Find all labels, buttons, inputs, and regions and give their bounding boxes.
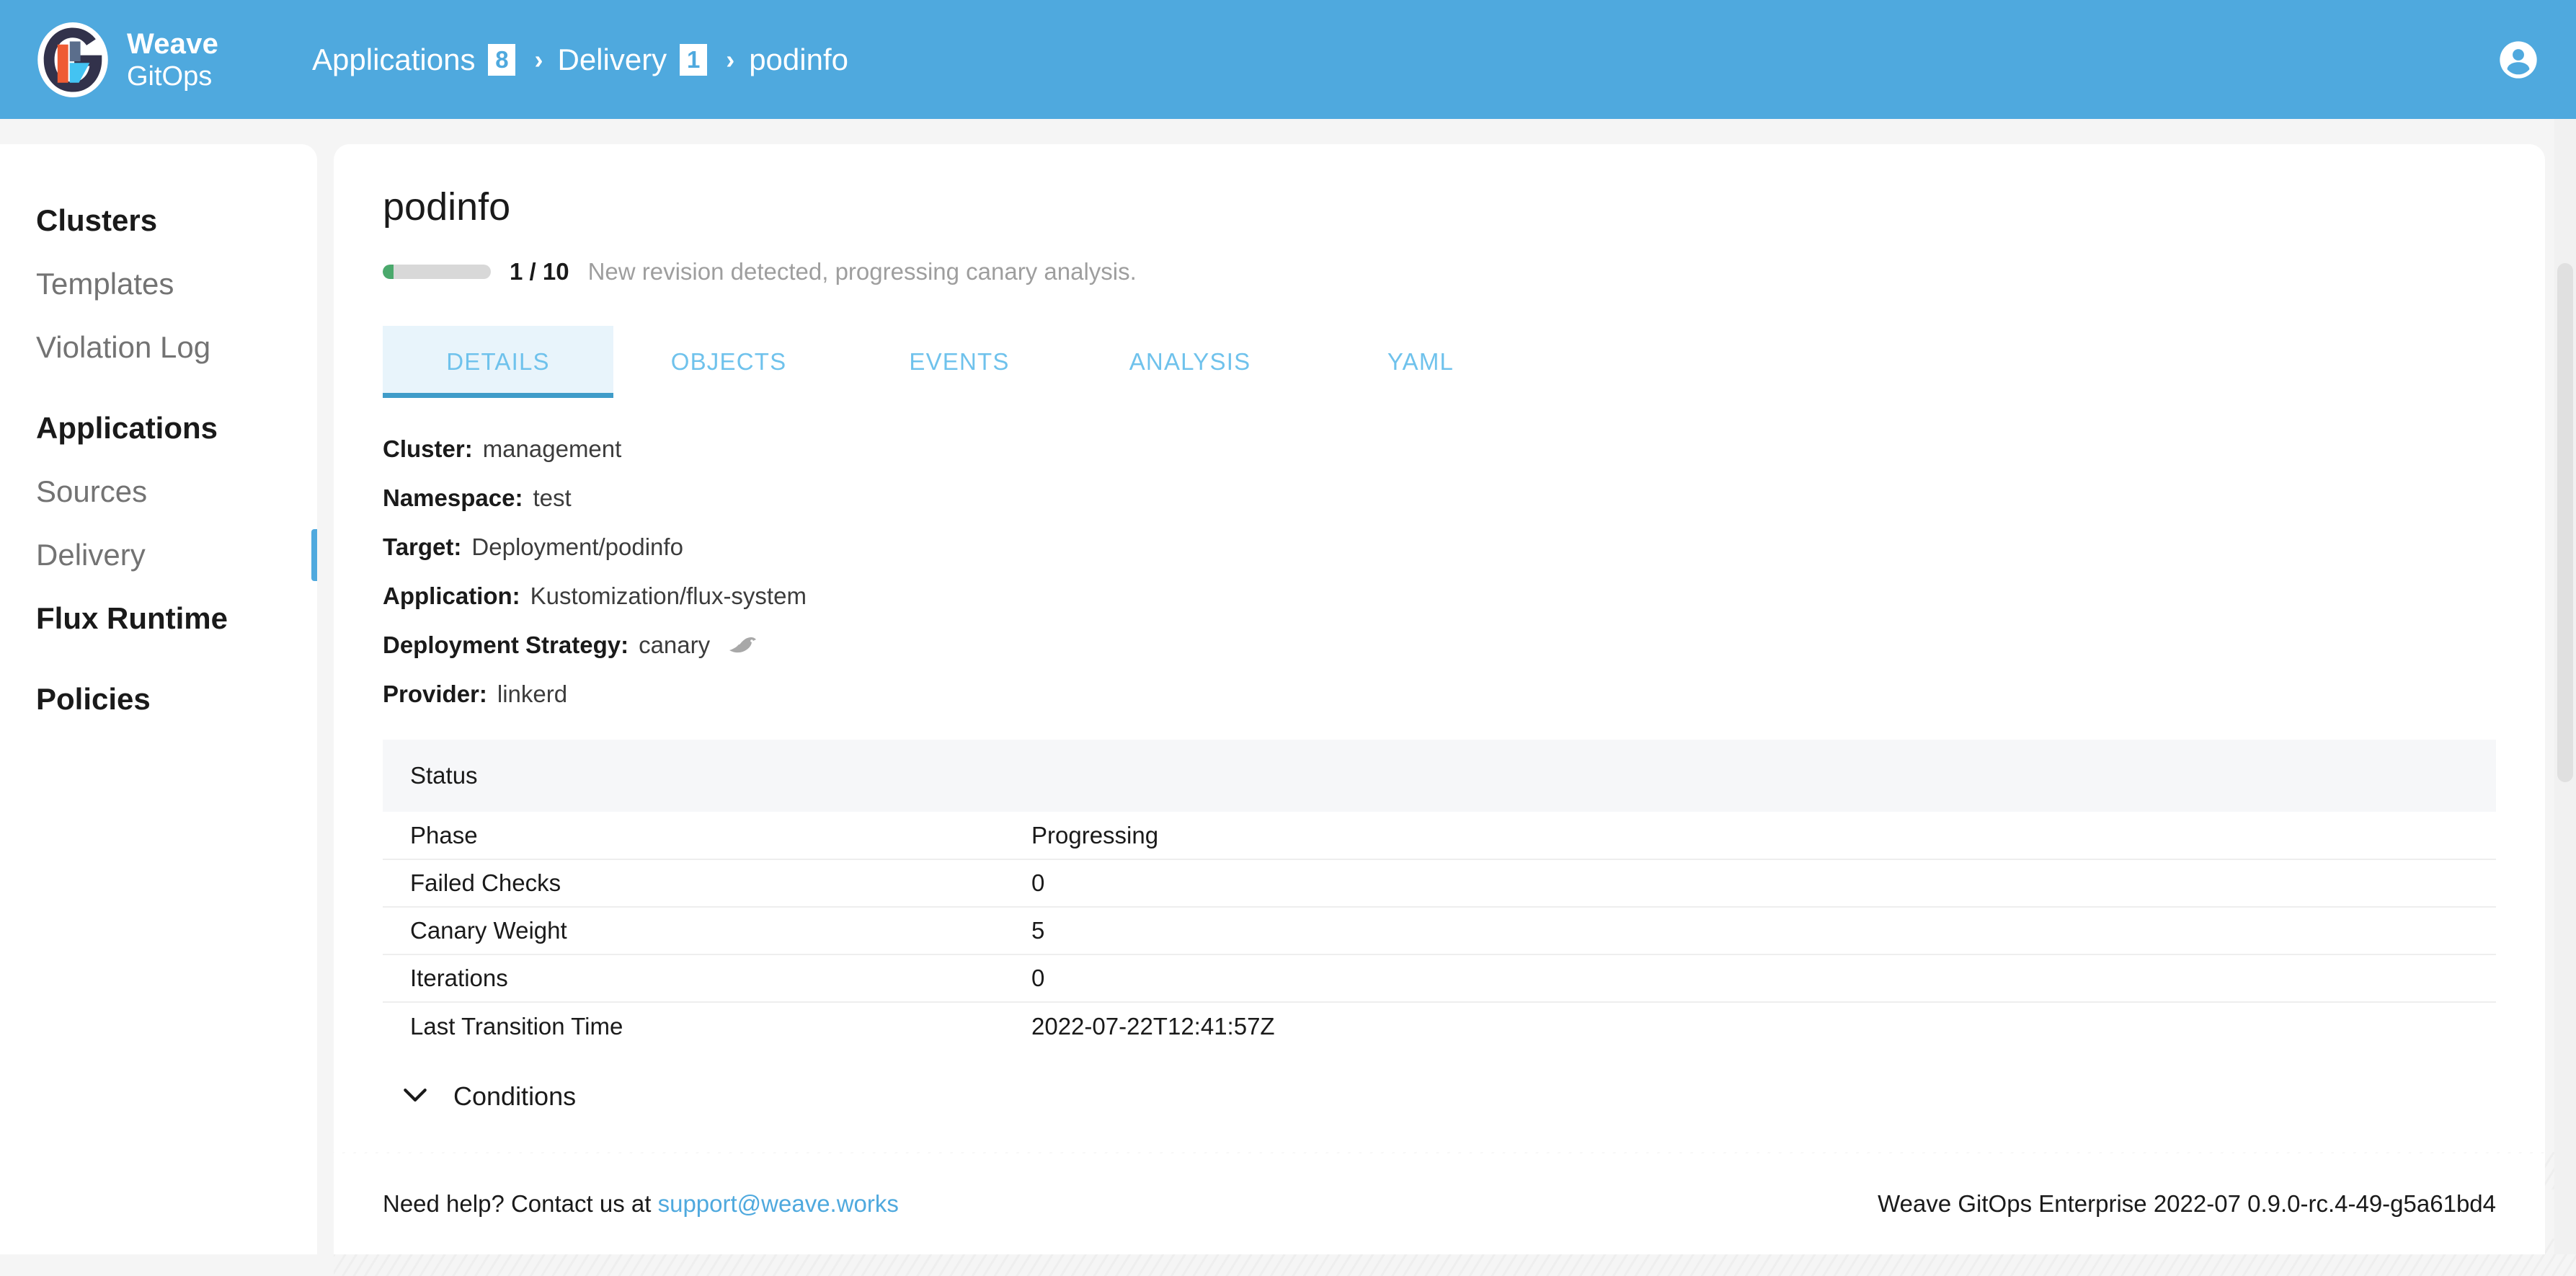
footer-help-label: Need help? Contact us at <box>383 1190 658 1217</box>
sidebar-item-label: Applications <box>36 411 218 445</box>
detail-row-cluster: Cluster: management <box>383 435 2545 463</box>
table-row: Last Transition Time 2022-07-22T12:41:57… <box>383 1001 2496 1050</box>
sidebar-item-delivery[interactable]: Delivery <box>0 523 317 587</box>
detail-value: management <box>482 435 622 462</box>
sidebar-item-label: Sources <box>36 474 148 508</box>
detail-row-application: Application: Kustomization/flux-system <box>383 582 2545 610</box>
vertical-scrollbar-thumb[interactable] <box>2557 263 2573 782</box>
progress-bar-fill <box>383 265 394 279</box>
brand-text: Weave GitOps <box>127 30 218 90</box>
sidebar-item-label: Flux Runtime <box>36 601 228 635</box>
flagger-bird-icon <box>727 634 759 657</box>
brand-logo[interactable]: Weave GitOps <box>35 22 218 98</box>
footer-help-text: Need help? Contact us at support@weave.w… <box>383 1190 899 1218</box>
detail-key: Target: <box>383 533 462 560</box>
sidebar-navigation: Clusters Templates Violation Log Applica… <box>0 144 317 1254</box>
detail-value: linkerd <box>497 681 568 707</box>
status-row-key: Last Transition Time <box>383 1001 1031 1050</box>
detail-key: Provider: <box>383 681 487 707</box>
detail-row-target: Target: Deployment/podinfo <box>383 533 2545 561</box>
brand-name-weave: Weave <box>127 27 219 60</box>
status-row-key: Phase <box>410 821 478 849</box>
main-content-card: podinfo 1 / 10 New revision detected, pr… <box>334 144 2545 1153</box>
status-row-key: Iterations <box>383 954 1031 1002</box>
breadcrumb-separator-icon: › <box>534 44 543 74</box>
progress-count-label: 1 / 10 <box>510 258 569 285</box>
table-row: Iterations 0 <box>383 954 2496 1002</box>
breadcrumb-badge-delivery: 1 <box>680 43 708 76</box>
sidebar-item-violation-log[interactable]: Violation Log <box>0 316 317 379</box>
chevron-down-icon <box>403 1087 427 1107</box>
conditions-label: Conditions <box>453 1081 577 1111</box>
detail-row-namespace: Namespace: test <box>383 484 2545 512</box>
sidebar-item-label: Clusters <box>36 203 158 237</box>
page-footer: Need help? Contact us at support@weave.w… <box>334 1153 2545 1254</box>
conditions-accordion-toggle[interactable]: Conditions <box>403 1081 2545 1112</box>
breadcrumb-item-delivery[interactable]: Delivery <box>557 43 667 77</box>
sidebar-item-templates[interactable]: Templates <box>0 252 317 316</box>
sidebar-item-label: Templates <box>36 267 174 301</box>
status-table: Phase Progressing Failed Checks 0 Canary… <box>383 812 2496 1050</box>
status-row-value: 0 <box>1031 859 2496 907</box>
sidebar-item-label: Policies <box>36 682 151 716</box>
tab-bar: DETAILS OBJECTS EVENTS ANALYSIS YAML <box>383 326 2545 398</box>
details-list: Cluster: management Namespace: test Targ… <box>383 435 2545 708</box>
table-row: Canary Weight 5 <box>383 906 2496 954</box>
detail-value: test <box>533 484 572 511</box>
sidebar-item-label: Delivery <box>36 538 146 572</box>
detail-value: Kustomization/flux-system <box>530 582 807 609</box>
status-panel-header: Status <box>383 740 2496 812</box>
progress-bar-track <box>383 265 491 279</box>
detail-row-provider: Provider: linkerd <box>383 681 2545 708</box>
detail-value: canary <box>639 632 711 658</box>
page-title: podinfo <box>383 185 511 229</box>
top-header-bar: Weave GitOps Applications 8 › Delivery 1… <box>0 0 2576 119</box>
support-email-link[interactable]: support@weave.works <box>658 1190 899 1217</box>
detail-value: Deployment/podinfo <box>471 533 683 560</box>
tab-objects[interactable]: OBJECTS <box>613 326 844 398</box>
progress-status-message: New revision detected, progressing canar… <box>587 258 1137 285</box>
table-row: Phase Progressing <box>383 812 2496 859</box>
breadcrumb-item-applications[interactable]: Applications <box>312 43 475 77</box>
sidebar-item-policies[interactable]: Policies <box>0 668 317 731</box>
detail-row-deployment-strategy: Deployment Strategy: canary <box>383 632 2545 659</box>
footer-version-label: Weave GitOps Enterprise 2022-07 0.9.0-rc… <box>1878 1190 2496 1217</box>
brand-name-gitops: GitOps <box>127 61 213 92</box>
weave-gitops-logo-icon <box>35 22 111 98</box>
account-circle-icon[interactable] <box>2498 40 2539 80</box>
status-row-key: Canary Weight <box>383 906 1031 954</box>
tab-events[interactable]: EVENTS <box>844 326 1075 398</box>
detail-key: Namespace: <box>383 484 523 511</box>
detail-key: Application: <box>383 582 520 609</box>
vertical-scrollbar-track[interactable] <box>2554 119 2576 1254</box>
breadcrumb-item-podinfo[interactable]: podinfo <box>749 43 848 77</box>
status-row-key: Failed Checks <box>383 859 1031 907</box>
table-row: Failed Checks 0 <box>383 859 2496 907</box>
breadcrumb: Applications 8 › Delivery 1 › podinfo <box>312 43 848 77</box>
tab-yaml[interactable]: YAML <box>1305 326 1536 398</box>
sidebar-item-applications[interactable]: Applications <box>0 396 317 460</box>
sidebar-item-label: Violation Log <box>36 330 211 364</box>
breadcrumb-separator-icon-2: › <box>726 44 735 74</box>
tab-details[interactable]: DETAILS <box>383 326 613 398</box>
status-row-value: 5 <box>1031 906 2496 954</box>
status-row-value: Progressing <box>1031 821 1159 849</box>
status-row-value: 0 <box>1031 954 2496 1002</box>
sidebar-active-indicator <box>311 529 317 581</box>
status-row-value: 2022-07-22T12:41:57Z <box>1031 1001 2496 1050</box>
sidebar-item-sources[interactable]: Sources <box>0 460 317 523</box>
status-panel-title: Status <box>410 762 478 789</box>
detail-key: Deployment Strategy: <box>383 632 629 658</box>
canary-progress-row: 1 / 10 New revision detected, progressin… <box>383 258 2545 285</box>
detail-key: Cluster: <box>383 435 473 462</box>
tab-analysis[interactable]: ANALYSIS <box>1075 326 1305 398</box>
sidebar-item-flux-runtime[interactable]: Flux Runtime <box>0 587 317 650</box>
sidebar-item-clusters[interactable]: Clusters <box>0 189 317 252</box>
breadcrumb-badge-applications: 8 <box>488 43 516 76</box>
